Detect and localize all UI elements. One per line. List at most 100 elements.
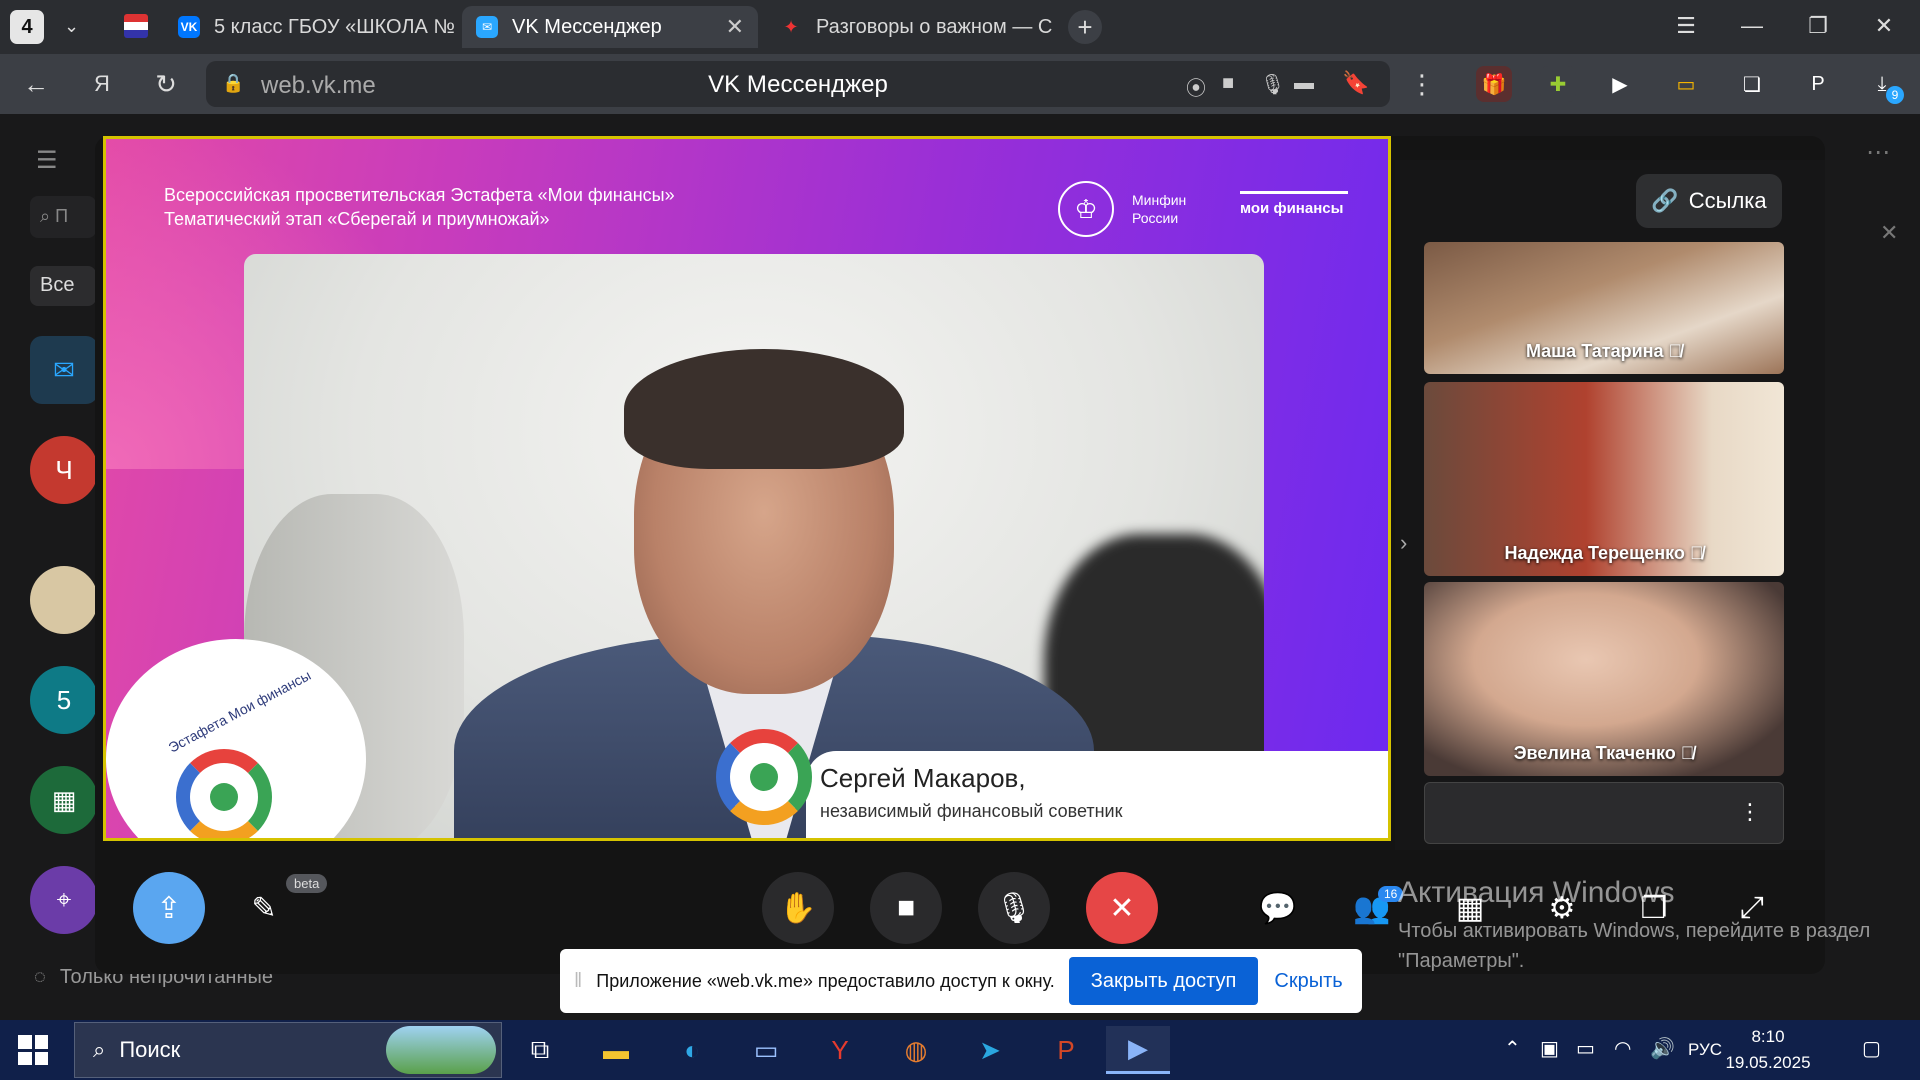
chat-avatar-kids[interactable] [30, 566, 98, 634]
tab-counter-button[interactable]: 4 [10, 10, 44, 44]
video-app-icon[interactable]: ▶ [1106, 1026, 1170, 1074]
participant-tile[interactable]: Надежда Терещенко 🎙̸ [1424, 382, 1784, 576]
chevron-down-icon[interactable]: ⌄ [64, 16, 79, 37]
profile-icon[interactable]: P [1800, 66, 1836, 102]
banner-subtitle: Тематический этап «Сберегай и приумножай… [164, 209, 550, 229]
chat-button[interactable]: 💬 [1250, 880, 1306, 936]
bookmark-icon[interactable]: 🔖 [1342, 70, 1369, 96]
tab-label: 5 класс ГБОУ «ШКОЛА № [214, 15, 454, 38]
participant-name: Эвелина Ткаченко [1513, 743, 1676, 763]
minimize-button[interactable]: — [1732, 8, 1772, 44]
reload-icon[interactable]: ↻ [146, 64, 186, 104]
remote-desktop-icon[interactable]: ▭ [734, 1026, 798, 1074]
drag-handle-icon[interactable]: ‖ [574, 970, 582, 993]
browser-toolbar: ← Я ↻ 🔒 VK Мессенджер web.vk.me ⦿ ■ 🎙 ▬ … [0, 54, 1920, 114]
filter-all-chip[interactable]: Все [30, 266, 96, 306]
window-share-notification: ‖ Приложение «web.vk.me» предоставило до… [560, 949, 1362, 1013]
battery-icon[interactable]: ▭ [1576, 1036, 1595, 1061]
taskbar-search-label: Поиск [119, 1037, 181, 1062]
chevron-right-icon[interactable]: › [1400, 530, 1407, 556]
file-explorer-icon[interactable]: ▬ [584, 1026, 648, 1074]
speaker-role: независимый финансовый советник [820, 801, 1123, 821]
wifi-icon[interactable]: ◠ [1614, 1036, 1631, 1061]
search-highlight-image [386, 1026, 496, 1074]
camera-icon[interactable]: ■ [1222, 72, 1234, 95]
taskbar-clock[interactable]: 8:10 19.05.2025 [1716, 1024, 1820, 1076]
menu-icon[interactable]: ☰ [36, 146, 58, 175]
red-logo-icon: ✦ [783, 16, 799, 37]
call-link-button[interactable]: 🔗 Ссылка [1636, 174, 1782, 228]
task-view-icon[interactable]: ⧉ [508, 1026, 572, 1074]
speaker-nameplate: Сергей Макаров, независимый финансовый с… [806, 751, 1388, 838]
address-bar[interactable]: 🔒 VK Мессенджер web.vk.me ⦿ ■ 🎙 ▬ 🔖 [206, 61, 1390, 107]
calendar-icon: ▦ [51, 784, 77, 815]
chat-avatar-ch[interactable]: Ч [30, 436, 98, 504]
tab-school[interactable]: VK 5 класс ГБОУ «ШКОЛА № [164, 6, 454, 48]
windows-activation-subtitle: Чтобы активировать Windows, перейдите в … [1398, 920, 1871, 972]
yandex-logo-icon[interactable]: Я [82, 64, 122, 104]
main-video-stream[interactable]: Всероссийская просветительская Эстафета … [103, 136, 1391, 841]
camera-toggle-button[interactable]: ■ [870, 872, 942, 944]
edge-icon[interactable]: ◐ [660, 1026, 724, 1074]
speaker-name: Сергей Макаров, [820, 763, 1026, 793]
participant-tile[interactable]: ⋮ [1424, 782, 1784, 844]
battery-saver-icon[interactable]: ▭ [1668, 66, 1704, 102]
yandex-browser-icon[interactable]: Y [808, 1026, 872, 1074]
hide-button[interactable]: Скрыть [1274, 970, 1342, 993]
windows-start-icon[interactable] [18, 1035, 48, 1065]
participant-tile[interactable]: Маша Татарина 🎙̸ [1424, 242, 1784, 374]
chat-avatar-5[interactable]: 5 [30, 666, 98, 734]
chat-bubble-icon[interactable]: ▬ [1294, 72, 1314, 95]
mic-muted-icon: 🎙̸ [1689, 543, 1704, 563]
powerpoint-icon[interactable]: P [1034, 1026, 1098, 1074]
more-horizontal-icon[interactable]: ⋯ [1866, 138, 1890, 167]
screen-share-button[interactable]: ⇪ [133, 872, 205, 944]
extension-gift-icon[interactable]: 🎁 [1476, 66, 1512, 102]
browser-tab-strip: 4 ⌄ VK 5 класс ГБОУ «ШКОЛА № ✉ VK Мессен… [0, 0, 1920, 54]
chevron-up-icon[interactable]: ⌃ [1504, 1036, 1521, 1061]
vk-icon: VK [178, 16, 200, 38]
microphone-icon[interactable]: 🎙 [1260, 72, 1285, 97]
tab-menu-icon[interactable]: ☰ [1666, 8, 1706, 44]
tab-label: VK Мессенджер [512, 15, 662, 38]
more-vertical-icon[interactable]: ⋮ [1402, 64, 1442, 104]
vk-messenger-icon: ✉ [53, 354, 75, 385]
tab-conversations[interactable]: ✦ Разговоры о важном — С [766, 6, 1056, 48]
participant-tile[interactable]: Эвелина Ткаченко 🎙̸ [1424, 582, 1784, 776]
effects-button[interactable]: ✎ [236, 880, 292, 936]
window-close-button[interactable]: ✕ [1864, 8, 1904, 44]
brand-label: мои финансы [1240, 191, 1348, 217]
restore-button[interactable]: ❐ [1798, 8, 1838, 44]
microphone-toggle-button[interactable]: 🎙 [978, 872, 1050, 944]
app-planet-icon[interactable]: ◍ [884, 1026, 948, 1074]
close-icon[interactable]: ✕ [726, 14, 744, 40]
mic-muted-icon: 🎙̸ [1680, 743, 1695, 763]
chat-avatar-map[interactable]: ⌖ [30, 866, 98, 934]
back-arrow-icon[interactable]: ← [16, 64, 56, 104]
close-icon[interactable]: ✕ [1880, 220, 1898, 246]
extension-plus-icon[interactable]: ✚ [1540, 66, 1576, 102]
raise-hand-button[interactable]: ✋ [762, 872, 834, 944]
tab-vk-messenger[interactable]: ✉ VK Мессенджер ✕ [462, 6, 758, 48]
effects-icon: ✎ [251, 891, 277, 925]
close-access-button[interactable]: Закрыть доступ [1068, 957, 1259, 1005]
more-vertical-icon[interactable]: ⋮ [1739, 799, 1761, 825]
collections-icon[interactable]: ❏ [1734, 66, 1770, 102]
pinned-tab-favicon[interactable] [124, 14, 148, 38]
speaker-hair [624, 349, 904, 469]
clock-date: 19.05.2025 [1725, 1053, 1811, 1072]
telegram-icon[interactable]: ➤ [958, 1026, 1022, 1074]
notifications-icon[interactable]: ▢ [1862, 1036, 1881, 1061]
end-call-button[interactable]: ✕ [1086, 872, 1158, 944]
chat-avatar-app[interactable]: ✉ [30, 336, 98, 404]
participant-name: Маша Татарина [1525, 341, 1664, 361]
messenger-search-input[interactable]: ⌕ П [30, 196, 96, 238]
vk-messenger-icon: ✉ [476, 16, 498, 38]
media-play-icon[interactable]: ▶ [1602, 66, 1638, 102]
meet-now-icon[interactable]: ▣ [1540, 1036, 1559, 1061]
location-pin-icon[interactable]: ⦿ [1186, 72, 1206, 101]
chat-avatar-calendar[interactable]: ▦ [30, 766, 98, 834]
volume-icon[interactable]: 🔊 [1650, 1036, 1675, 1061]
new-tab-button[interactable]: + [1068, 10, 1102, 44]
relay-logo-text: Эстафета Мои финансы [165, 666, 314, 756]
